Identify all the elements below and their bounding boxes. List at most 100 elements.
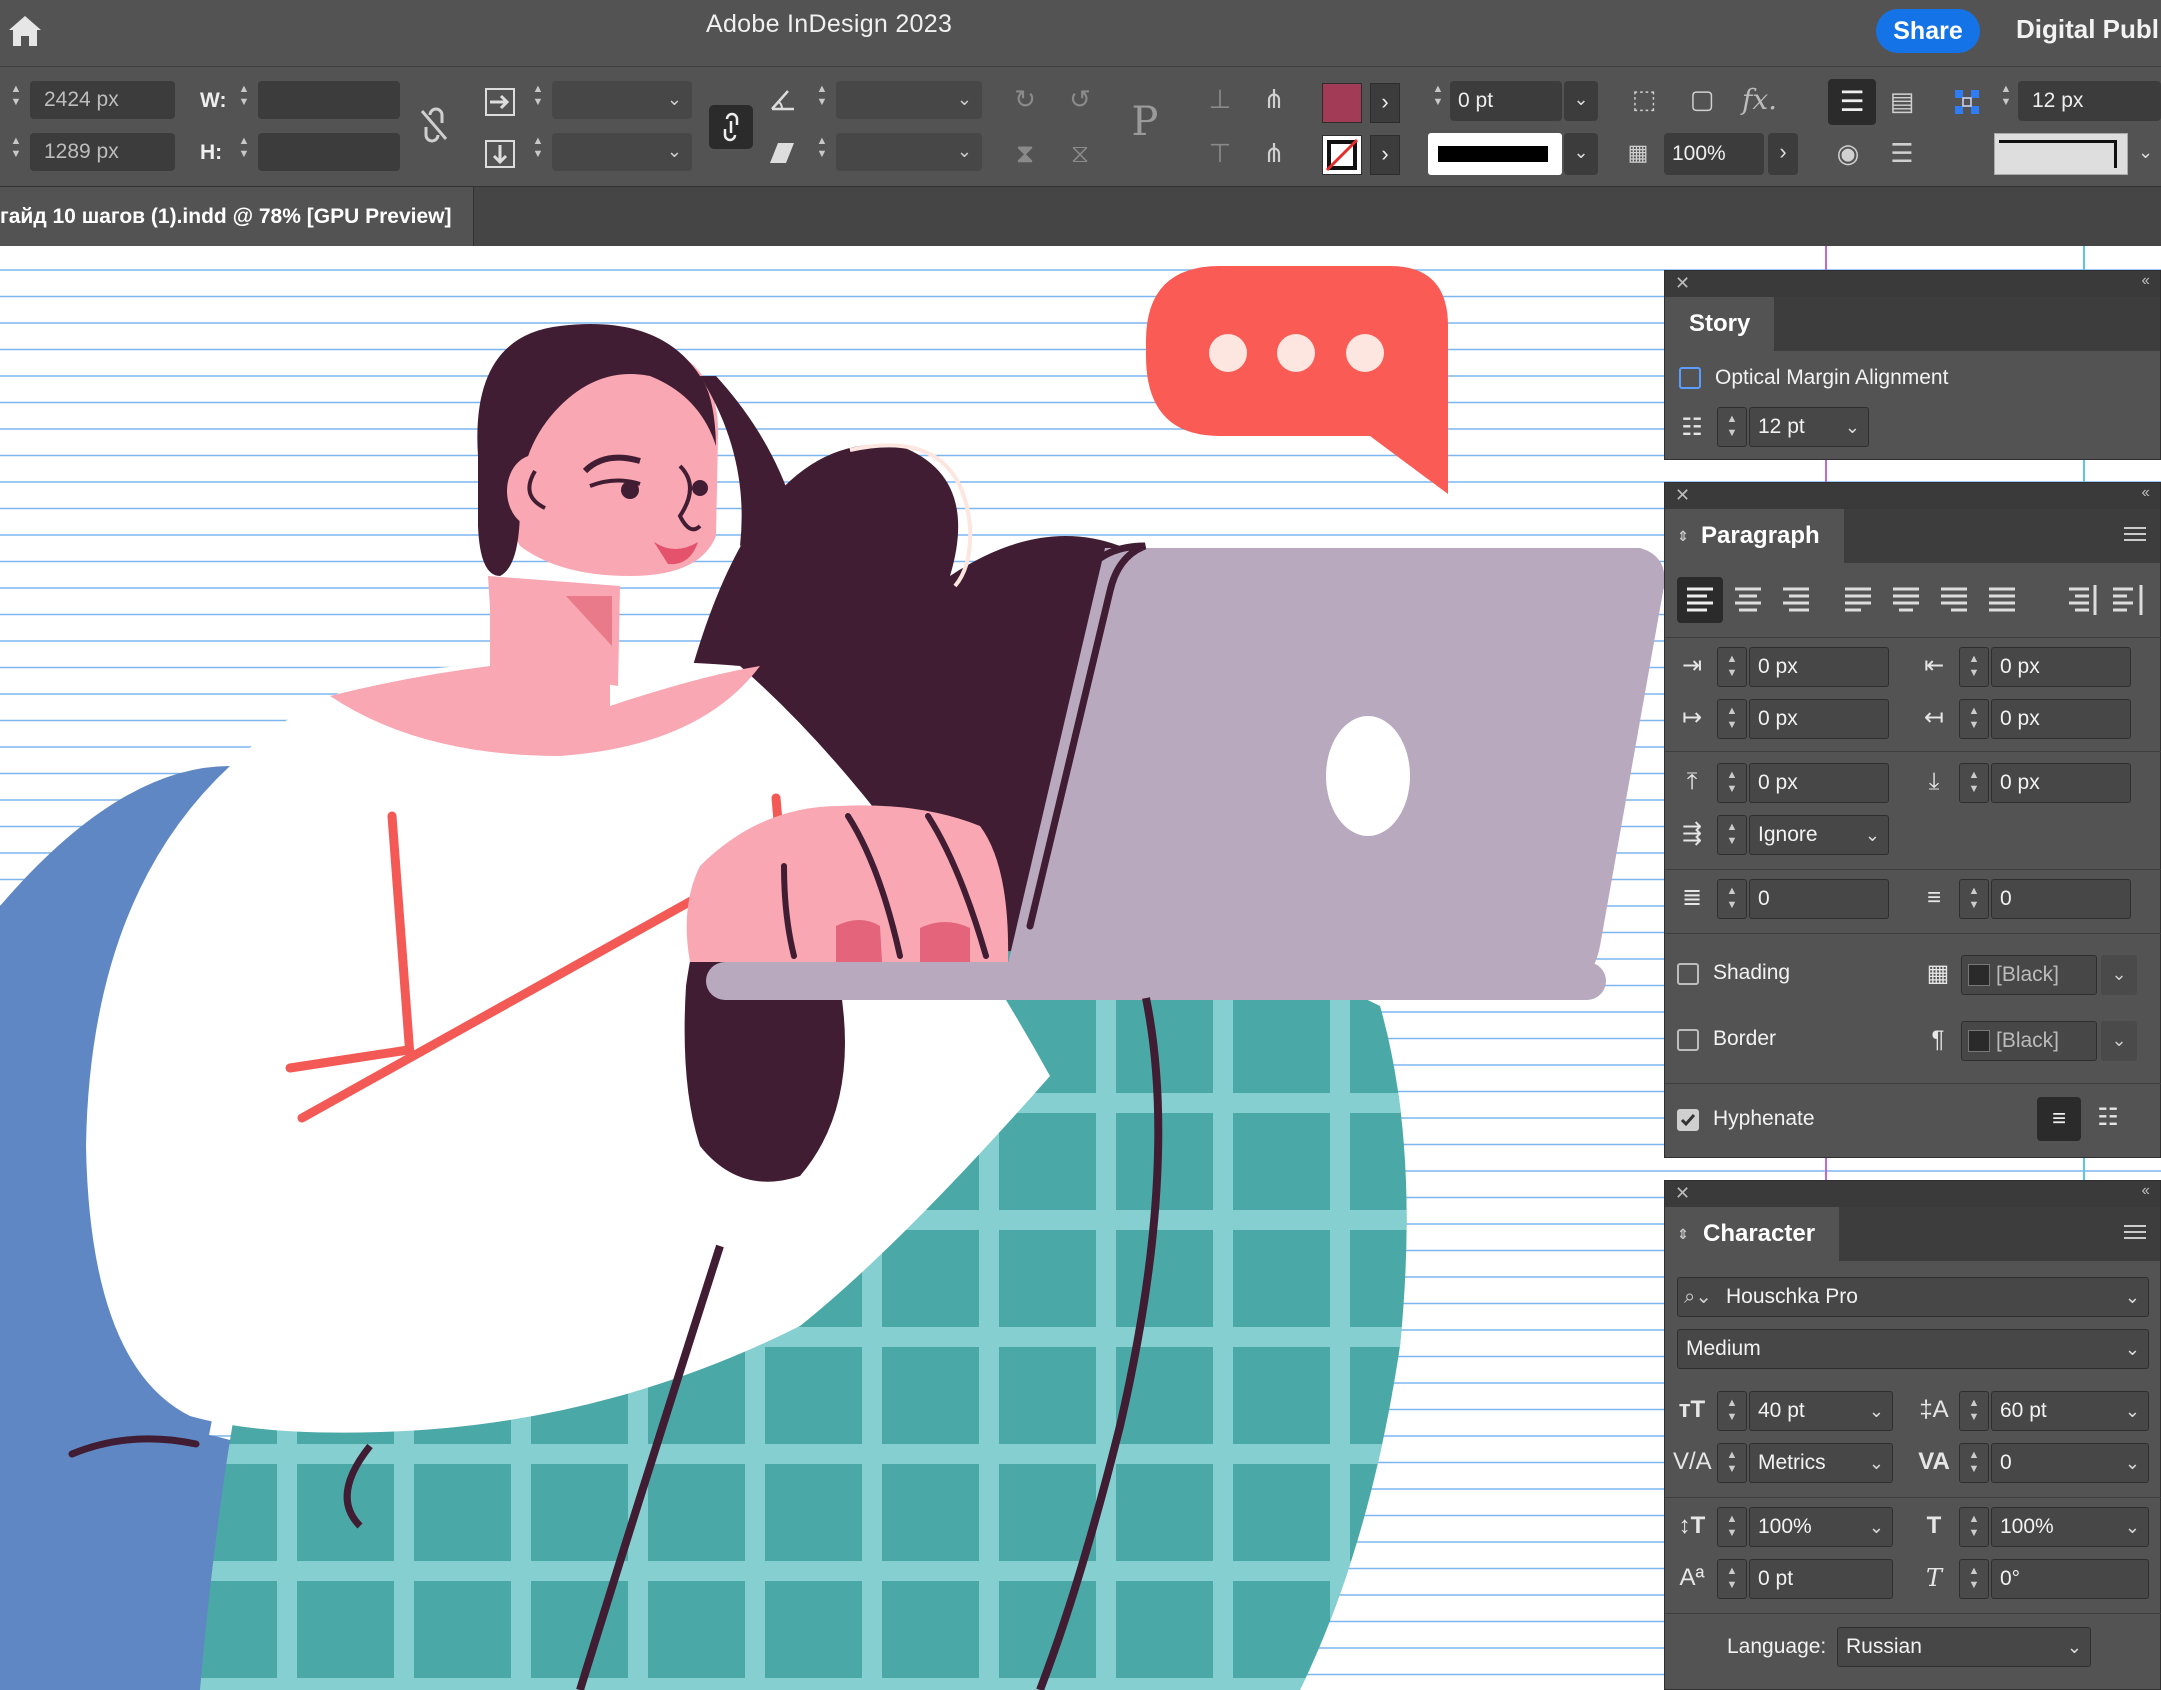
font-size-stepper[interactable]: ▲ ▼ [1717, 1391, 1747, 1431]
gap-field[interactable]: 12 px [2018, 81, 2161, 121]
drop-shadow-icon[interactable]: ⬚ [1624, 79, 1664, 119]
chevron-down-icon[interactable]: ⌄ [2125, 1278, 2140, 1316]
drop-cap-lines-stepper[interactable]: ▲ ▼ [1717, 879, 1747, 919]
shading-color-dropdown-icon[interactable]: ⌄ [2101, 955, 2137, 995]
border-checkbox[interactable] [1677, 1029, 1699, 1051]
select-container-icon[interactable]: ⊥ [1200, 79, 1240, 119]
baseline-shift-stepper[interactable]: ▲ ▼ [1717, 1559, 1747, 1599]
width-stepper[interactable]: ▲ ▼ [236, 83, 252, 117]
chevron-down-icon[interactable]: ⌄ [1869, 1392, 1884, 1430]
rotate-stepper[interactable]: ▲ ▼ [814, 83, 830, 117]
leading-stepper[interactable]: ▲ ▼ [1959, 1391, 1989, 1431]
chevron-down-icon[interactable]: ⌄ [957, 141, 972, 162]
height-stepper[interactable]: ▲ ▼ [236, 135, 252, 169]
align-to-grid-dropdown[interactable]: Ignore ⌄ [1749, 815, 1889, 855]
font-size-field[interactable]: 40 pt ⌄ [1749, 1391, 1893, 1431]
chevron-down-icon[interactable]: ⌄ [2067, 1628, 2082, 1666]
x-stepper[interactable]: ▲ ▼ [8, 83, 24, 117]
align-to-grid-stepper[interactable]: ▲ ▼ [1717, 815, 1747, 855]
chevron-down-icon[interactable]: ⌄ [1869, 1508, 1884, 1546]
first-line-indent-field[interactable]: 0 px [1749, 699, 1889, 739]
rotate-ccw-icon[interactable]: ↺ [1060, 79, 1100, 119]
left-indent-stepper[interactable]: ▲ ▼ [1717, 647, 1747, 687]
tracking-stepper[interactable]: ▲ ▼ [1959, 1443, 1989, 1483]
share-button[interactable]: Share [1876, 9, 1980, 53]
skew-stepper[interactable]: ▲ ▼ [1959, 1559, 1989, 1599]
width-field[interactable] [258, 81, 400, 119]
justify-right-icon[interactable] [1931, 577, 1977, 623]
font-family-field[interactable]: ⌕⌄ Houschka Pro ⌄ [1677, 1277, 2149, 1317]
select-next-icon[interactable]: ⋔ [1254, 133, 1294, 173]
justify-center-icon[interactable] [1883, 577, 1929, 623]
drop-cap-chars-field[interactable]: 0 [1991, 879, 2131, 919]
chevron-down-icon[interactable]: ⌄ [2125, 1392, 2140, 1430]
optical-size-field[interactable]: 12 pt ⌄ [1749, 407, 1869, 447]
shading-checkbox[interactable] [1677, 963, 1699, 985]
justify-all-icon[interactable] [1979, 577, 2025, 623]
chevron-down-icon[interactable]: ⌄ [1869, 1444, 1884, 1482]
fill-swatch[interactable] [1322, 83, 1362, 123]
space-before-stepper[interactable]: ▲ ▼ [1717, 763, 1747, 803]
hyphenate-checkbox[interactable] [1677, 1109, 1699, 1131]
expand-toggle-icon[interactable]: ⇕ [1677, 1207, 1689, 1261]
select-content-icon[interactable]: ⊤ [1200, 133, 1240, 173]
opacity-menu-chevron-icon[interactable]: › [1768, 133, 1798, 175]
drop-cap-lines-field[interactable]: 0 [1749, 879, 1889, 919]
every-line-composer-icon[interactable]: ☷ [2089, 1099, 2127, 1137]
wrap-jump-object-icon[interactable]: ☰ [1882, 133, 1922, 173]
text-wrap-none-button[interactable]: ☰ [1828, 79, 1876, 125]
tracking-field[interactable]: 0 ⌄ [1991, 1443, 2149, 1483]
scale-link-button[interactable] [709, 105, 753, 149]
chevron-down-icon[interactable]: ⌄ [667, 89, 682, 110]
chevron-down-icon[interactable]: ⌄ [2125, 1330, 2140, 1368]
panel-menu-icon[interactable] [2124, 1221, 2146, 1243]
skew-field[interactable]: 0° [1991, 1559, 2149, 1599]
leading-field[interactable]: 60 pt ⌄ [1991, 1391, 2149, 1431]
right-indent-stepper[interactable]: ▲ ▼ [1959, 647, 1989, 687]
workspace-switcher[interactable]: Digital Publ [2016, 14, 2159, 45]
chevron-down-icon[interactable]: ⌄ [2125, 1444, 2140, 1482]
scale-x-stepper[interactable]: ▲ ▼ [530, 83, 546, 117]
drop-cap-chars-stepper[interactable]: ▲ ▼ [1959, 879, 1989, 919]
rotate-field[interactable]: ⌄ [836, 81, 982, 119]
kerning-field[interactable]: Metrics ⌄ [1749, 1443, 1893, 1483]
wrap-object-shape-icon[interactable]: ◉ [1828, 133, 1868, 173]
tab-story[interactable]: Story [1665, 297, 1775, 351]
shading-color-field[interactable]: [Black] [1961, 955, 2097, 995]
horizontal-scale-stepper[interactable]: ▲ ▼ [1959, 1507, 1989, 1547]
frame-fitting-icon[interactable]: ▢ [1682, 79, 1722, 119]
opacity-field[interactable]: 100% [1664, 133, 1764, 175]
document-tab[interactable]: гайд 10 шагов (1).indd @ 78% [GPU Previe… [0, 187, 475, 247]
left-indent-field[interactable]: 0 px [1749, 647, 1889, 687]
y-position-field[interactable]: 1289 px [30, 133, 175, 171]
tab-paragraph[interactable]: ⇕ Paragraph [1665, 509, 1844, 563]
expand-toggle-icon[interactable]: ⇕ [1677, 509, 1689, 563]
collapse-panel-icon[interactable]: ‹‹ [2141, 1182, 2150, 1200]
collapse-panel-icon[interactable]: ‹‹ [2141, 272, 2150, 290]
shading-settings-icon[interactable]: ▦ [1919, 955, 1957, 993]
stroke-weight-stepper[interactable]: ▲ ▼ [1430, 83, 1446, 117]
horizontal-scale-field[interactable]: 100% ⌄ [1991, 1507, 2149, 1547]
last-line-indent-field[interactable]: 0 px [1991, 699, 2131, 739]
space-before-field[interactable]: 0 px [1749, 763, 1889, 803]
chevron-down-icon[interactable]: ⌄ [1845, 408, 1860, 446]
close-icon[interactable]: ✕ [1675, 485, 1690, 506]
gap-stepper[interactable]: ▲ ▼ [1998, 83, 2014, 117]
align-away-from-spine-icon[interactable] [2103, 577, 2149, 623]
border-settings-icon[interactable]: ¶ [1919, 1021, 1957, 1059]
vertical-scale-stepper[interactable]: ▲ ▼ [1717, 1507, 1747, 1547]
constrain-proportions-icon[interactable] [414, 105, 454, 145]
stroke-weight-field[interactable]: 0 pt [1450, 81, 1562, 121]
wrap-bounding-box-icon[interactable]: ▤ [1882, 81, 1922, 121]
space-after-stepper[interactable]: ▲ ▼ [1959, 763, 1989, 803]
panel-menu-icon[interactable] [2124, 523, 2146, 545]
rotate-cw-icon[interactable]: ↻ [1005, 79, 1045, 119]
home-icon[interactable] [6, 12, 44, 50]
scale-y-stepper[interactable]: ▲ ▼ [530, 135, 546, 169]
stroke-swatch[interactable] [1322, 135, 1362, 175]
font-style-field[interactable]: Medium ⌄ [1677, 1329, 2149, 1369]
justify-left-icon[interactable] [1835, 577, 1881, 623]
right-indent-field[interactable]: 0 px [1991, 647, 2131, 687]
stroke-weight-dropdown-icon[interactable]: ⌄ [1564, 81, 1598, 121]
align-left-button[interactable] [1677, 577, 1723, 623]
